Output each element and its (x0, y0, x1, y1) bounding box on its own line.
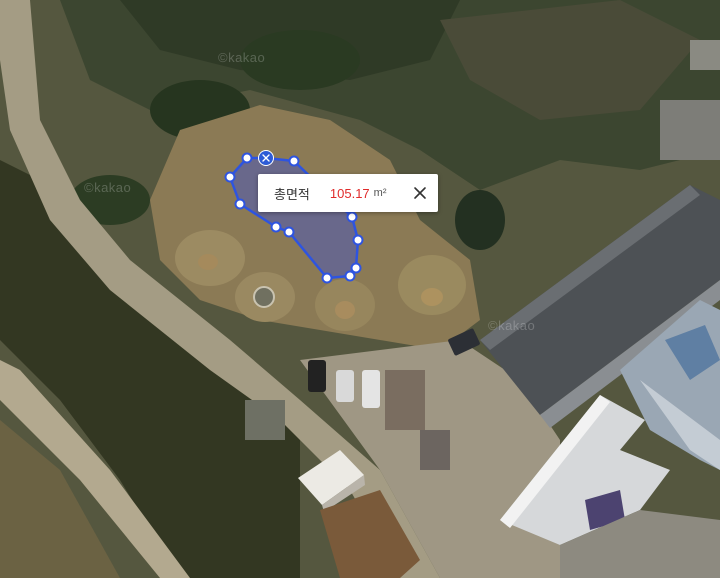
delete-vertex-button[interactable] (258, 150, 274, 166)
aerial-map[interactable]: ©kakao ©kakao ©kakao 총면적 105.17 m² (0, 0, 720, 578)
polygon-vertex (346, 211, 358, 223)
polygon-vertex (288, 155, 300, 167)
polygon-vertex (352, 234, 364, 246)
close-icon (414, 187, 426, 199)
polygon-vertex (270, 221, 282, 233)
polygon-vertex (283, 226, 295, 238)
area-measure-popup: 총면적 105.17 m² (258, 174, 438, 212)
polygon-vertex (321, 272, 333, 284)
close-measure-button[interactable] (408, 181, 432, 205)
polygon-vertex (241, 152, 253, 164)
polygon-vertex (234, 198, 246, 210)
polygon-vertex (344, 270, 356, 282)
area-measure-overlay (224, 152, 364, 284)
polygon-vertex (350, 262, 362, 274)
close-icon (262, 154, 270, 162)
total-area-label: 총면적 (274, 187, 310, 203)
total-area-unit: m² (373, 187, 387, 199)
polygon-vertex (224, 171, 236, 183)
total-area-value: 105.17 (329, 185, 370, 201)
